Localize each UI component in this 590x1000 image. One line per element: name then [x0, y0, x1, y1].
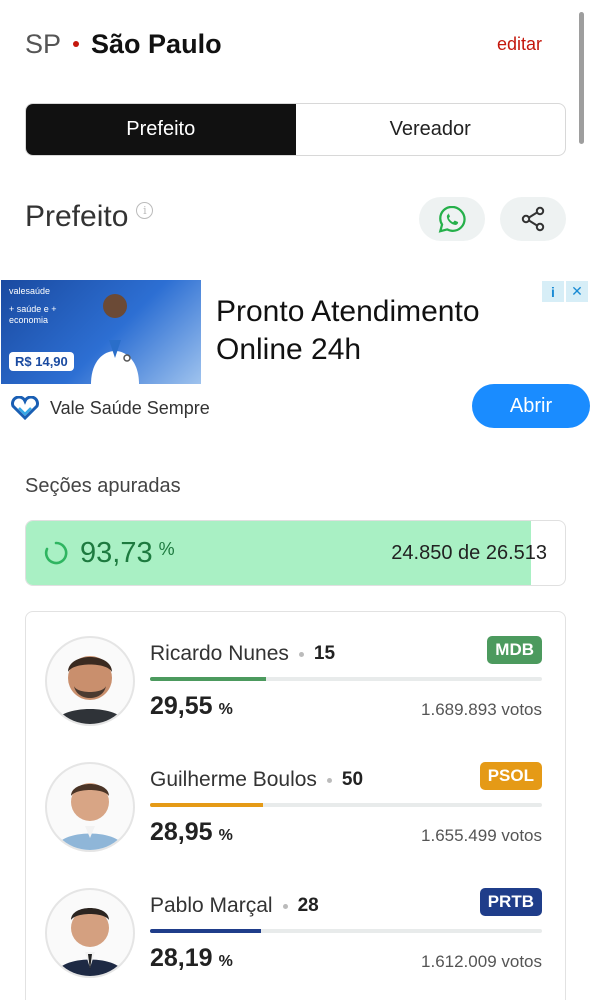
whatsapp-share-button[interactable]	[419, 197, 485, 241]
candidate-votes: 1.689.893 votos	[421, 700, 542, 719]
doctor-illustration	[91, 294, 139, 384]
candidate-photo	[45, 636, 135, 726]
candidate-name: Guilherme Boulos 50	[150, 768, 363, 792]
candidate-number: 15	[313, 643, 336, 664]
ad-image-tagline: + saúde e + economia	[9, 304, 57, 325]
vote-share-fill	[150, 929, 261, 933]
ad-info-icon[interactable]: i	[542, 281, 564, 302]
ad-image-brand: valesaúde	[9, 286, 51, 296]
candidate-row[interactable]: Pablo Marçal 28 PRTB 28,19% 1.612.009 vo…	[26, 888, 567, 998]
ad-headline[interactable]: Pronto Atendimento Online 24h	[216, 293, 526, 369]
candidate-photo	[45, 762, 135, 852]
candidate-percent-value: 28,19	[150, 944, 213, 972]
ad-image-price: R$ 14,90	[9, 352, 74, 371]
vote-share-bar	[150, 677, 542, 681]
share-button[interactable]	[500, 197, 566, 241]
candidate-name-text: Pablo Marçal	[150, 894, 273, 917]
candidate-votes: 1.612.009 votos	[421, 952, 542, 971]
party-badge: PRTB	[479, 888, 542, 916]
candidate-percent: 28,95%	[150, 818, 233, 847]
share-icon	[521, 206, 545, 232]
separator-dot	[73, 41, 80, 47]
candidate-percent: 29,55%	[150, 692, 233, 721]
candidate-votes: 1.655.499 votos	[421, 826, 542, 845]
party-badge: MDB	[487, 636, 542, 664]
ad-image[interactable]: valesaúde + saúde e + economia R$ 14,90	[1, 280, 201, 384]
vote-share-bar	[150, 929, 542, 933]
percent-sign: %	[218, 701, 233, 718]
tab-prefeito[interactable]: Prefeito	[26, 104, 296, 155]
city-name: São Paulo	[91, 28, 222, 59]
candidate-name: Ricardo Nunes 15	[150, 642, 335, 666]
scrollbar[interactable]	[579, 12, 584, 144]
separator-dot	[326, 777, 332, 783]
candidate-number: 28	[297, 895, 319, 916]
candidate-name: Pablo Marçal 28	[150, 894, 319, 918]
section-title: Prefeito i	[25, 200, 154, 234]
candidate-row[interactable]: Ricardo Nunes 15 MDB 29,55% 1.689.893 vo…	[26, 636, 567, 746]
candidate-name-text: Guilherme Boulos	[150, 768, 317, 791]
percent-sign: %	[218, 827, 233, 844]
candidate-percent: 28,19%	[150, 944, 233, 973]
party-badge: PSOL	[479, 762, 542, 790]
ad-advertiser[interactable]: Vale Saúde Sempre	[10, 396, 210, 420]
vote-share-fill	[150, 677, 266, 681]
counted-percent-sign: %	[158, 538, 175, 559]
vote-share-fill	[150, 803, 264, 807]
candidate-number: 50	[341, 769, 364, 790]
edit-link[interactable]: editar	[497, 34, 542, 55]
ad-close-icon[interactable]: ✕	[566, 281, 588, 302]
advertisement[interactable]: valesaúde + saúde e + economia R$ 14,90 …	[0, 279, 590, 431]
ad-advertiser-name: Vale Saúde Sempre	[50, 397, 210, 418]
separator-dot	[298, 651, 304, 657]
candidate-percent-value: 28,95	[150, 818, 213, 846]
percent-sign: %	[218, 953, 233, 970]
vale-saude-logo-icon	[11, 396, 39, 420]
candidate-name-text: Ricardo Nunes	[150, 642, 289, 665]
office-tabs: Prefeito Vereador	[25, 103, 566, 156]
results-list: Ricardo Nunes 15 MDB 29,55% 1.689.893 vo…	[25, 611, 566, 1000]
section-title-text: Prefeito	[25, 200, 129, 233]
candidate-row[interactable]: Guilherme Boulos 50 PSOL 28,95% 1.655.49…	[26, 762, 567, 872]
counting-progress: 93,73 % 24.850 de 26.513	[25, 520, 566, 586]
separator-dot	[282, 903, 288, 909]
header: SP São Paulo editar	[25, 22, 542, 66]
counted-percent: 93,73	[80, 536, 153, 569]
candidate-photo	[45, 888, 135, 978]
vote-share-bar	[150, 803, 542, 807]
candidate-percent-value: 29,55	[150, 692, 213, 720]
info-icon[interactable]: i	[136, 202, 154, 219]
sections-counted-label: Seções apuradas	[25, 475, 181, 497]
state-abbr: SP	[25, 28, 62, 59]
ad-open-button[interactable]: Abrir	[472, 384, 590, 428]
whatsapp-icon	[438, 205, 466, 233]
tab-vereador[interactable]: Vereador	[296, 104, 566, 155]
loading-spinner-icon	[44, 541, 68, 565]
sections-count: 24.850 de 26.513	[391, 541, 547, 564]
